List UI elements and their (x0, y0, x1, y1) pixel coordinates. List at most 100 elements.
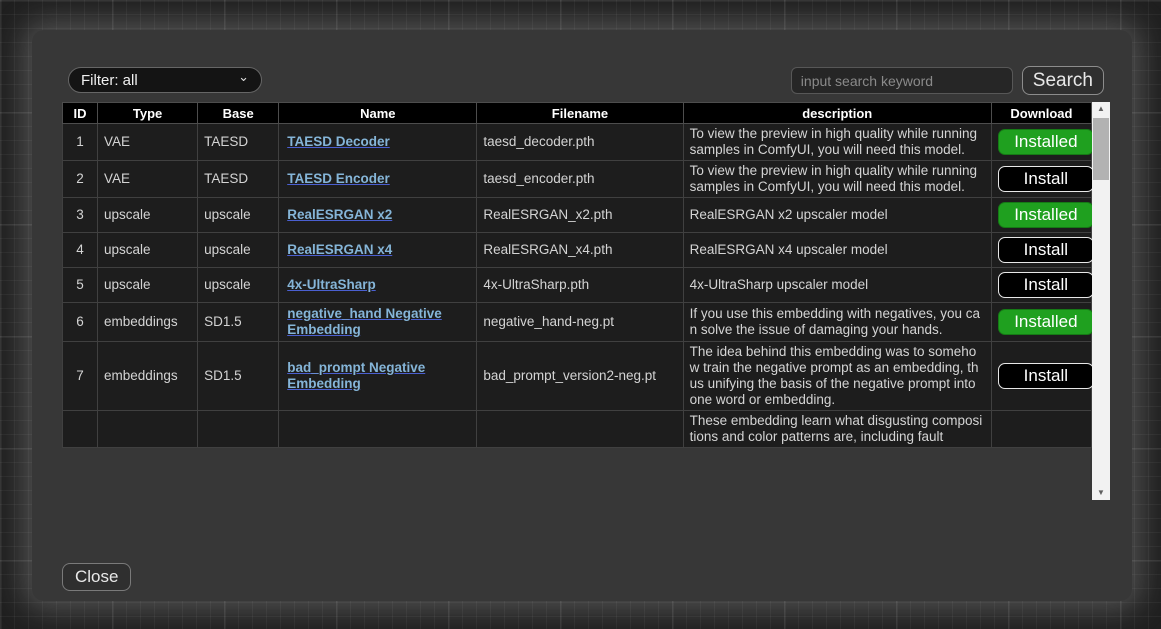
cell-base: TAESD (198, 161, 279, 198)
cell-id: 7 (63, 342, 98, 411)
cell-description: The idea behind this embedding was to so… (683, 342, 991, 411)
model-name-link[interactable]: bad_prompt Negative Embedding (287, 360, 425, 391)
cell-name (279, 411, 477, 448)
model-table-body: 1VAETAESDTAESD Decodertaesd_decoder.pthT… (63, 124, 1092, 448)
cell-base: SD1.5 (198, 342, 279, 411)
cell-description: To view the preview in high quality whil… (683, 124, 991, 161)
installed-button[interactable]: Installed (998, 129, 1094, 155)
cell-type (98, 411, 198, 448)
cell-type: VAE (98, 161, 198, 198)
cell-base: TAESD (198, 124, 279, 161)
cell-description: RealESRGAN x4 upscaler model (683, 233, 991, 268)
cell-name: RealESRGAN x4 (279, 233, 477, 268)
cell-description: RealESRGAN x2 upscaler model (683, 198, 991, 233)
cell-id: 1 (63, 124, 98, 161)
cell-description: 4x-UltraSharp upscaler model (683, 268, 991, 303)
cell-filename: negative_hand-neg.pt (477, 303, 683, 342)
cell-filename (477, 411, 683, 448)
table-scrollbar[interactable]: ▲ ▼ (1092, 102, 1110, 500)
filter-select[interactable]: Filter: all ⌄ (68, 67, 262, 93)
table-row: 5upscaleupscale4x-UltraSharp4x-UltraShar… (63, 268, 1092, 303)
model-manager-dialog: Filter: all ⌄ Search IDTypeBaseNameFilen… (32, 30, 1132, 601)
model-table: IDTypeBaseNameFilenamedescriptionDownloa… (62, 102, 1092, 448)
cell-filename: 4x-UltraSharp.pth (477, 268, 683, 303)
cell-type: upscale (98, 198, 198, 233)
cell-name: 4x-UltraSharp (279, 268, 477, 303)
cell-name: TAESD Encoder (279, 161, 477, 198)
column-header-id: ID (63, 103, 98, 124)
table-row: These embedding learn what disgusting co… (63, 411, 1092, 448)
cell-description: To view the preview in high quality whil… (683, 161, 991, 198)
cell-id: 4 (63, 233, 98, 268)
cell-download: Install (991, 233, 1091, 268)
column-header-download: Download (991, 103, 1091, 124)
scroll-down-icon[interactable]: ▼ (1092, 486, 1110, 500)
close-button[interactable]: Close (62, 563, 131, 591)
cell-base: upscale (198, 198, 279, 233)
cell-download: Installed (991, 124, 1091, 161)
cell-id: 6 (63, 303, 98, 342)
model-name-link[interactable]: TAESD Encoder (287, 171, 390, 186)
cell-base: upscale (198, 268, 279, 303)
column-header-name: Name (279, 103, 477, 124)
cell-name: bad_prompt Negative Embedding (279, 342, 477, 411)
cell-id: 2 (63, 161, 98, 198)
column-header-description: description (683, 103, 991, 124)
cell-filename: RealESRGAN_x2.pth (477, 198, 683, 233)
cell-type: upscale (98, 233, 198, 268)
scrollbar-thumb[interactable] (1093, 118, 1109, 180)
installed-button[interactable]: Installed (998, 202, 1094, 228)
filter-select-label: Filter: all (81, 72, 138, 89)
cell-description: These embedding learn what disgusting co… (683, 411, 991, 448)
cell-filename: RealESRGAN_x4.pth (477, 233, 683, 268)
search-input[interactable] (791, 67, 1013, 94)
model-table-area: IDTypeBaseNameFilenamedescriptionDownloa… (62, 102, 1110, 500)
search-bar: Search (791, 66, 1104, 95)
cell-description: If you use this embedding with negatives… (683, 303, 991, 342)
cell-base: upscale (198, 233, 279, 268)
cell-type: upscale (98, 268, 198, 303)
table-row: 4upscaleupscaleRealESRGAN x4RealESRGAN_x… (63, 233, 1092, 268)
table-header-row: IDTypeBaseNameFilenamedescriptionDownloa… (63, 103, 1092, 124)
cell-filename: bad_prompt_version2-neg.pt (477, 342, 683, 411)
search-button[interactable]: Search (1022, 66, 1104, 95)
cell-id: 3 (63, 198, 98, 233)
cell-download: Install (991, 268, 1091, 303)
table-row: 1VAETAESD TAESD Decoder taesd_decoder.pthT… (63, 124, 1092, 161)
cell-name: TAESD Decoder (279, 124, 477, 161)
installed-button[interactable]: Installed (998, 309, 1094, 335)
cell-type: VAE (98, 124, 198, 161)
table-row: 7embeddingsSD1.5 bad_prompt Negative Embe… (63, 342, 1092, 411)
model-name-link[interactable]: TAESD Decoder (287, 134, 390, 149)
table-row: 2VAETAESD TAESD Encoder taesd_encoder.pthT… (63, 161, 1092, 198)
model-name-link[interactable]: negative_hand Negative Embedding (287, 306, 442, 337)
cell-name: negative_hand Negative Embedding (279, 303, 477, 342)
cell-download: Install (991, 161, 1091, 198)
install-button[interactable]: Install (998, 363, 1094, 389)
cell-name: RealESRGAN x2 (279, 198, 477, 233)
cell-base: SD1.5 (198, 303, 279, 342)
model-name-link[interactable]: RealESRGAN x4 (287, 242, 392, 257)
cell-type: embeddings (98, 342, 198, 411)
install-button[interactable]: Install (998, 166, 1094, 192)
column-header-filename: Filename (477, 103, 683, 124)
model-name-link[interactable]: 4x-UltraSharp (287, 277, 376, 292)
install-button[interactable]: Install (998, 272, 1094, 298)
model-name-link[interactable]: RealESRGAN x2 (287, 207, 392, 222)
table-row: 6embeddingsSD1.5 negative_hand Negative E… (63, 303, 1092, 342)
cell-filename: taesd_decoder.pth (477, 124, 683, 161)
cell-filename: taesd_encoder.pth (477, 161, 683, 198)
cell-id (63, 411, 98, 448)
cell-download: Install (991, 342, 1091, 411)
cell-download: Installed (991, 303, 1091, 342)
cell-id: 5 (63, 268, 98, 303)
install-button[interactable]: Install (998, 237, 1094, 263)
cell-download: Installed (991, 198, 1091, 233)
table-row: 3upscaleupscaleRealESRGAN x2RealESRGAN_x… (63, 198, 1092, 233)
chevron-down-icon: ⌄ (238, 72, 249, 82)
column-header-base: Base (198, 103, 279, 124)
column-header-type: Type (98, 103, 198, 124)
cell-base (198, 411, 279, 448)
scroll-up-icon[interactable]: ▲ (1092, 102, 1110, 116)
cell-type: embeddings (98, 303, 198, 342)
